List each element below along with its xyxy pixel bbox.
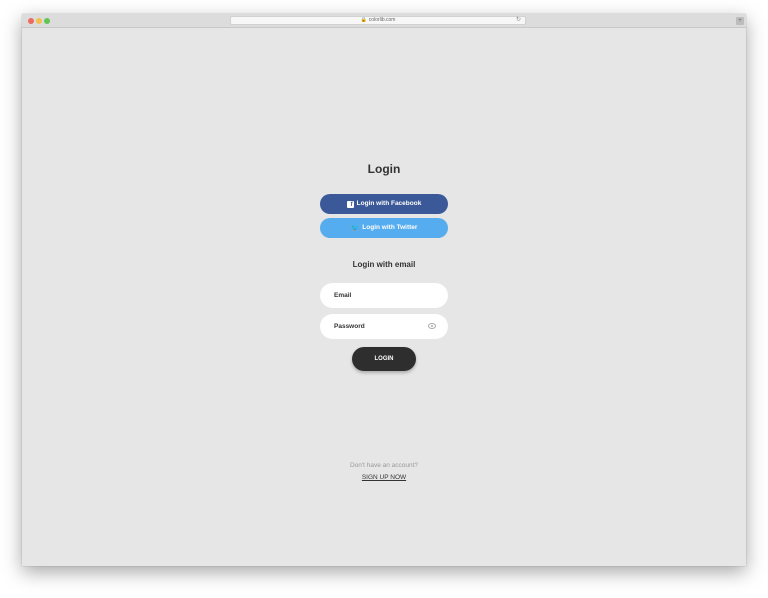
login-page: Login f Login with Facebook 🐦 Login with T… xyxy=(22,28,746,566)
email-field[interactable] xyxy=(320,283,434,308)
reload-icon[interactable]: ↻ xyxy=(516,17,521,24)
no-account-text: Don't have an account? xyxy=(349,462,419,469)
new-tab-button[interactable]: + xyxy=(736,17,744,25)
address-bar-url: colorlib.com xyxy=(368,17,396,23)
email-login-heading: Login with email xyxy=(352,260,416,269)
lock-icon: 🔒 xyxy=(360,17,367,23)
address-bar[interactable]: 🔒 colorlib.com ↻ xyxy=(230,16,526,25)
minimize-window-button[interactable] xyxy=(36,17,42,24)
zoom-window-button[interactable] xyxy=(44,17,50,24)
facebook-icon: f xyxy=(346,201,354,208)
twitter-login-label: Login with Twitter xyxy=(362,224,418,231)
password-field-wrapper xyxy=(320,314,448,339)
facebook-login-button[interactable]: f Login with Facebook xyxy=(320,194,448,214)
login-button[interactable]: LOGIN xyxy=(352,347,416,371)
close-window-button[interactable] xyxy=(28,17,34,24)
signup-link-wrapper: SIGN UP NOW xyxy=(22,474,746,481)
twitter-login-button[interactable]: 🐦 Login with Twitter xyxy=(320,218,448,238)
eye-icon[interactable] xyxy=(428,323,436,329)
email-field-wrapper xyxy=(320,283,448,308)
password-field[interactable] xyxy=(320,314,434,339)
facebook-login-label: Login with Facebook xyxy=(356,200,422,207)
page-title: Login xyxy=(367,162,401,176)
twitter-icon: 🐦 xyxy=(350,225,360,232)
browser-window: 🔒 colorlib.com ↻ + Login f Login with Face… xyxy=(22,14,746,566)
browser-titlebar: 🔒 colorlib.com ↻ + xyxy=(22,14,746,28)
signup-link[interactable]: SIGN UP NOW xyxy=(362,474,406,481)
